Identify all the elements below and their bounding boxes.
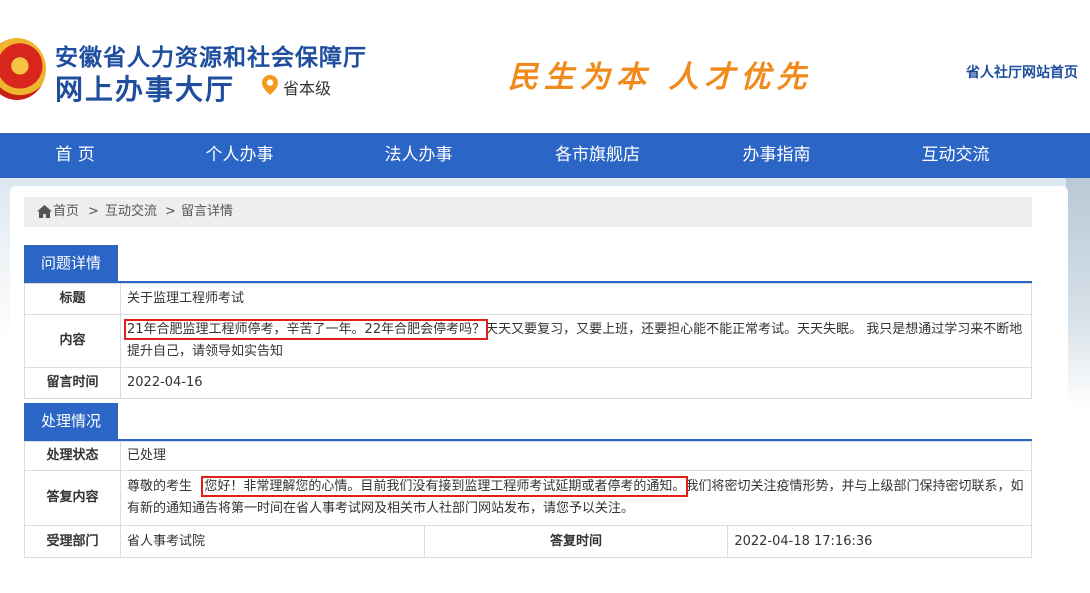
breadcrumb-interaction[interactable]: 互动交流 bbox=[105, 197, 157, 227]
handling-table: 处理状态 已处理 答复内容 尊敬的考生 您好！非常理解您的心情。目前我们没有接到… bbox=[24, 441, 1032, 558]
breadcrumb-home[interactable]: 首页 bbox=[53, 197, 79, 227]
slogan: 民生为本 人才优先 bbox=[508, 60, 813, 95]
table-row: 内容 21年合肥监理工程师停考，辛苦了一年。22年合肥会停考吗？天天又要复习，又… bbox=[24, 314, 1032, 368]
table-row: 受理部门 省人事考试院 答复时间 2022-04-18 17:16:36 bbox=[24, 525, 1032, 558]
reply-value: 尊敬的考生 您好！非常理解您的心情。目前我们没有接到监理工程师考试延期或者停考的… bbox=[120, 470, 1032, 526]
title-label: 标题 bbox=[24, 283, 121, 315]
reply-highlight: 您好！非常理解您的心情。目前我们没有接到监理工程师考试延期或者停考的通知。 bbox=[201, 476, 689, 497]
message-time-value: 2022-04-16 bbox=[120, 367, 1032, 399]
hall-name: 网上办事大厅 bbox=[55, 73, 236, 106]
table-row: 答复内容 尊敬的考生 您好！非常理解您的心情。目前我们没有接到监理工程师考试延期… bbox=[24, 470, 1032, 526]
message-time-label: 留言时间 bbox=[24, 367, 121, 399]
main-nav: 首 页 个人办事 法人办事 各市旗舰店 办事指南 互动交流 bbox=[0, 133, 1090, 178]
site-header: 安徽省人力资源和社会保障厅 网上办事大厅 省本级 民生为本 人才优先 省人社厅网… bbox=[0, 0, 1090, 133]
reply-time-label: 答复时间 bbox=[423, 525, 729, 558]
site-home-link[interactable]: 省人社厅网站首页 bbox=[966, 62, 1078, 82]
breadcrumb: 首页 > 互动交流 > 留言详情 bbox=[24, 197, 1032, 227]
national-emblem-icon bbox=[0, 38, 46, 100]
nav-item-city-stores[interactable]: 各市旗舰店 bbox=[508, 133, 687, 178]
reply-label: 答复内容 bbox=[24, 470, 121, 526]
nav-item-interaction[interactable]: 互动交流 bbox=[866, 133, 1045, 178]
nav-item-home[interactable]: 首 页 bbox=[0, 133, 150, 178]
question-section-tab: 问题详情 bbox=[24, 245, 118, 281]
home-icon bbox=[37, 205, 52, 218]
location-pin-icon bbox=[262, 75, 278, 95]
table-row: 标题 关于监理工程师考试 bbox=[24, 283, 1032, 315]
content-value: 21年合肥监理工程师停考，辛苦了一年。22年合肥会停考吗？天天又要复习，又要上班… bbox=[120, 314, 1032, 368]
reply-prefix: 尊敬的考生 bbox=[127, 479, 193, 494]
dept-label: 受理部门 bbox=[24, 525, 121, 558]
org-name: 安徽省人力资源和社会保障厅 bbox=[55, 45, 367, 71]
nav-item-guide[interactable]: 办事指南 bbox=[687, 133, 866, 178]
handling-section-tab: 处理情况 bbox=[24, 403, 118, 439]
status-value: 已处理 bbox=[120, 441, 1032, 471]
content-label: 内容 bbox=[24, 314, 121, 368]
content-highlight: 21年合肥监理工程师停考，辛苦了一年。22年合肥会停考吗？ bbox=[123, 319, 489, 340]
question-table: 标题 关于监理工程师考试 内容 21年合肥监理工程师停考，辛苦了一年。22年合肥… bbox=[24, 283, 1032, 399]
dept-value: 省人事考试院 bbox=[120, 525, 425, 558]
level-selector[interactable]: 省本级 bbox=[283, 75, 331, 99]
nav-item-personal[interactable]: 个人办事 bbox=[150, 133, 329, 178]
status-label: 处理状态 bbox=[24, 441, 121, 471]
nav-item-corporate[interactable]: 法人办事 bbox=[329, 133, 508, 178]
scenery-strip bbox=[1066, 178, 1090, 408]
breadcrumb-separator: > bbox=[165, 204, 176, 219]
breadcrumb-current: 留言详情 bbox=[181, 204, 234, 219]
table-row: 留言时间 2022-04-16 bbox=[24, 367, 1032, 399]
reply-time-value: 2022-04-18 17:16:36 bbox=[727, 525, 1032, 558]
title-value: 关于监理工程师考试 bbox=[120, 283, 1032, 315]
table-row: 处理状态 已处理 bbox=[24, 441, 1032, 471]
breadcrumb-separator: > bbox=[88, 204, 99, 219]
